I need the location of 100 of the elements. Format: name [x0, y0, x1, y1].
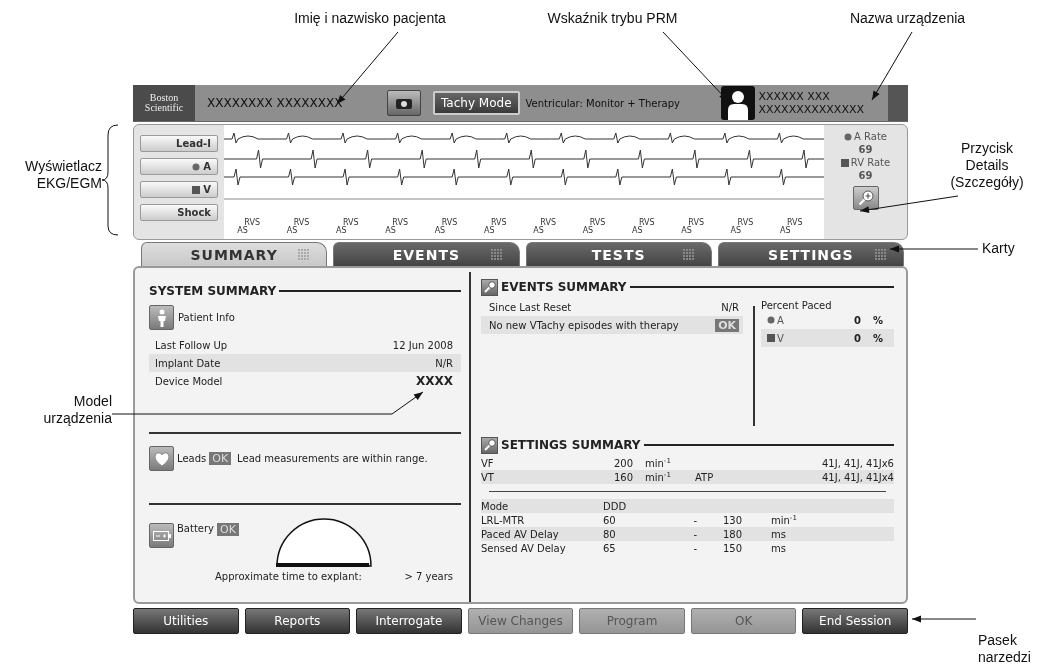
leads-label: Leads	[177, 453, 207, 464]
section-title: SETTINGS SUMMARY	[501, 438, 641, 452]
square-icon	[840, 158, 849, 167]
section-title: SYSTEM SUMMARY	[149, 284, 277, 298]
event-marker-label: RVS	[392, 219, 408, 227]
parameter-name: Mode	[481, 500, 510, 512]
zone-therapy: ATP	[695, 471, 715, 483]
parameter-unit: min$^{-1}$	[771, 513, 797, 527]
percent-value: 0	[853, 332, 861, 344]
event-marker-label: RVS	[244, 219, 260, 227]
channel-button[interactable]: Shock	[140, 204, 218, 221]
device-name: XXXXXX XXX XXXXXXXXXXXXXX	[758, 90, 865, 116]
magnifier-button[interactable]	[481, 436, 498, 454]
event-marker-label: AS	[582, 227, 594, 235]
parameter-value: DDD	[603, 500, 628, 512]
event-marker-label: RVS	[441, 219, 458, 227]
callout-label: Karty	[982, 240, 1016, 257]
tab[interactable]: SUMMARY	[141, 242, 328, 266]
parameter-name: Sensed AV Delay	[481, 542, 567, 554]
leads-message: Lead measurements are within range.	[237, 453, 428, 464]
chamber-label: V	[777, 332, 785, 344]
parameter-value: 130	[723, 514, 744, 526]
grip-icon	[875, 249, 887, 261]
channel-button[interactable]: Lead-I	[140, 135, 218, 152]
header-strip	[888, 85, 908, 121]
magnifier-button[interactable]	[481, 278, 498, 296]
parameter-value: 60	[603, 514, 617, 526]
row-value: N/R	[435, 357, 453, 369]
leads-button[interactable]	[149, 446, 174, 471]
parameter-value: 80	[603, 528, 617, 540]
event-marker-label: RVS	[343, 219, 359, 227]
grip-icon	[490, 249, 503, 261]
event-marker-label: RVS	[737, 219, 754, 227]
tab[interactable]: EVENTS	[333, 242, 520, 266]
parameter-unit: ms	[771, 528, 786, 540]
patient-name: XXXXXXXX XXXXXXXX	[207, 96, 344, 110]
callout-label: Imię i nazwisko pacjenta	[293, 10, 447, 27]
event-marker-label: AS	[237, 227, 248, 235]
rate-value: 69	[858, 144, 873, 155]
details-button[interactable]	[852, 186, 879, 210]
tab[interactable]: SETTINGS	[717, 242, 904, 266]
event-marker-label: AS	[779, 227, 791, 235]
range-dash: -	[692, 514, 697, 526]
tachy-mode-button[interactable]: Tachy Mode	[433, 91, 520, 115]
channel-button[interactable]: A	[140, 158, 218, 175]
parameter-unit: ms	[771, 542, 786, 554]
percent-unit: %	[873, 332, 884, 344]
circle-icon	[192, 162, 201, 171]
zone-rate: 160	[612, 471, 633, 483]
battery-button[interactable]	[149, 523, 174, 548]
toolbar-button[interactable]: Reports	[244, 608, 351, 634]
parameter-name: LRL-MTR	[481, 514, 526, 526]
percent-unit: %	[873, 314, 884, 326]
rate-value: 69	[858, 170, 873, 181]
event-marker-label: AS	[631, 227, 643, 235]
camera-button[interactable]	[387, 90, 421, 116]
percent-value: 0	[853, 314, 861, 326]
magnifier-icon	[483, 439, 496, 451]
toolbar-button[interactable]: End Session	[802, 608, 909, 634]
zone-shocks: 41J, 41J, 41Jx4	[820, 471, 894, 483]
rate-label: RV Rate	[850, 157, 891, 168]
event-marker-label: RVS	[786, 219, 803, 227]
row-label: Last Follow Up	[155, 339, 228, 351]
event-marker-label: AS	[434, 227, 446, 235]
ok-badge: OK	[715, 318, 739, 332]
event-marker-label: RVS	[540, 219, 556, 227]
row-label: Device Model	[155, 375, 223, 387]
row-label: No new VTachy episodes with therapy	[489, 319, 679, 331]
chamber-label: A	[777, 314, 785, 326]
zone-unit: min$^{-1}$	[645, 470, 672, 484]
event-marker-label: AS	[533, 227, 544, 235]
toolbar-button[interactable]: Interrogate	[356, 608, 462, 634]
magnifier-plus-icon	[857, 190, 874, 206]
toolbar-button[interactable]: Utilities	[133, 608, 239, 634]
callout-label: Wyświetlacz EKG/EGM	[24, 158, 102, 192]
section-title: EVENTS SUMMARY	[501, 280, 627, 294]
parameter-value: 65	[603, 542, 617, 554]
row-label: Since Last Reset	[489, 301, 572, 313]
grip-icon	[682, 249, 695, 261]
channel-button[interactable]: V	[140, 181, 218, 198]
event-marker-label: AS	[483, 227, 495, 235]
explant-label: Approximate time to explant:	[215, 571, 362, 582]
callout-label: Pasek narzedzi	[978, 632, 1032, 666]
tab[interactable]: TESTS	[525, 242, 712, 266]
square-icon	[767, 334, 775, 342]
patient-info-button[interactable]	[149, 305, 174, 330]
percent-paced-title: Percent Paced	[761, 300, 833, 311]
rate-label: A Rate	[854, 131, 887, 142]
event-marker-label: RVS	[293, 219, 310, 227]
row-label: Implant Date	[155, 357, 221, 369]
event-marker-label: AS	[286, 227, 298, 235]
camera-icon	[395, 96, 413, 110]
heart-icon	[152, 449, 171, 468]
battery-icon	[152, 530, 171, 541]
ok-badge: OK	[217, 523, 239, 536]
event-marker-label: AS	[730, 227, 742, 235]
leader-line	[871, 31, 913, 101]
row-value: XXXX	[416, 374, 453, 388]
range-dash: -	[692, 542, 697, 554]
person-icon	[720, 86, 755, 120]
